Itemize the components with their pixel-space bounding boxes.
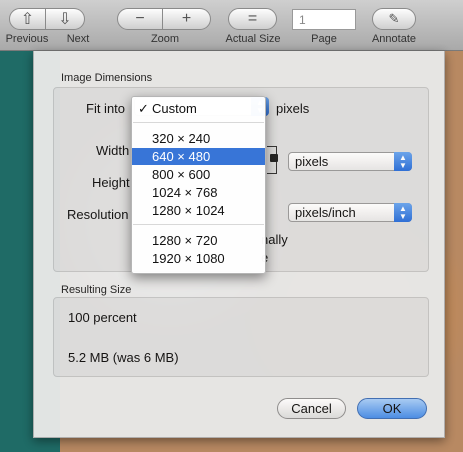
- popup-arrows-icon: ▲▼: [394, 203, 412, 222]
- resolution-label: Resolution: [67, 207, 129, 222]
- height-label: Height: [92, 175, 130, 190]
- menu-item-1920x1080[interactable]: 1920 × 1080: [132, 250, 265, 267]
- checkmark-icon: ✓: [138, 101, 149, 116]
- menu-item-320x240[interactable]: 320 × 240: [132, 130, 265, 147]
- annotate-label: Annotate: [371, 33, 417, 45]
- next-label: Next: [66, 33, 90, 45]
- zoom-out-button[interactable]: −: [117, 8, 163, 30]
- menu-item-custom[interactable]: ✓ Custom: [132, 100, 265, 117]
- units-popup[interactable]: pixels ▲ ▼: [288, 152, 412, 171]
- fit-into-units-label: pixels: [276, 101, 310, 116]
- menu-separator: [133, 122, 264, 123]
- file-size-text: 5.2 MB (was 6 MB): [68, 350, 179, 365]
- resulting-size-title: Resulting Size: [61, 284, 132, 296]
- image-dimensions-title: Image Dimensions: [61, 72, 153, 84]
- equals-icon: =: [247, 10, 258, 27]
- arrow-down-icon: ⇩: [58, 11, 72, 28]
- resolution-units-value: pixels/inch: [295, 205, 356, 220]
- fit-into-label: Fit into: [86, 101, 126, 116]
- fit-into-menu: ✓ Custom 320 × 240 640 × 480 800 × 600 1…: [131, 96, 266, 274]
- actual-size-button[interactable]: =: [228, 8, 277, 30]
- menu-item-label: Custom: [152, 101, 197, 116]
- menu-item-1280x1024[interactable]: 1280 × 1024: [132, 202, 265, 219]
- page-field[interactable]: 1: [292, 9, 356, 30]
- popup-arrows-icon: ▲▼: [394, 152, 412, 171]
- pencil-icon: ✎: [388, 11, 400, 26]
- previous-button[interactable]: ⇧: [9, 8, 46, 30]
- menu-item-1280x720[interactable]: 1280 × 720: [132, 232, 265, 249]
- toolbar: ⇧ ⇩ Previous Next − + Zoom = Actual Size…: [0, 0, 463, 51]
- ok-button[interactable]: OK: [357, 398, 427, 419]
- menu-item-640x480[interactable]: 640 × 480: [132, 148, 265, 165]
- plus-icon: +: [181, 10, 192, 27]
- lock-icon: [270, 154, 278, 162]
- zoom-in-button[interactable]: +: [163, 8, 211, 30]
- minus-icon: −: [135, 10, 145, 27]
- menu-item-1024x768[interactable]: 1024 × 768: [132, 184, 265, 201]
- menu-separator: [133, 224, 264, 225]
- next-button[interactable]: ⇩: [46, 8, 85, 30]
- arrow-up-icon: ⇧: [20, 11, 35, 28]
- actual-size-label: Actual Size: [225, 33, 281, 45]
- previous-label: Previous: [5, 33, 49, 45]
- width-label: Width: [96, 143, 130, 158]
- page-label: Page: [311, 33, 337, 45]
- resulting-size-group: [53, 297, 429, 377]
- resolution-units-popup[interactable]: pixels/inch ▲ ▼: [288, 203, 412, 222]
- cancel-button[interactable]: Cancel: [277, 398, 346, 419]
- units-popup-value: pixels: [295, 154, 329, 169]
- menu-item-800x600[interactable]: 800 × 600: [132, 166, 265, 183]
- annotate-button[interactable]: ✎: [372, 8, 416, 30]
- zoom-label: Zoom: [150, 33, 180, 45]
- percent-text: 100 percent: [68, 310, 137, 325]
